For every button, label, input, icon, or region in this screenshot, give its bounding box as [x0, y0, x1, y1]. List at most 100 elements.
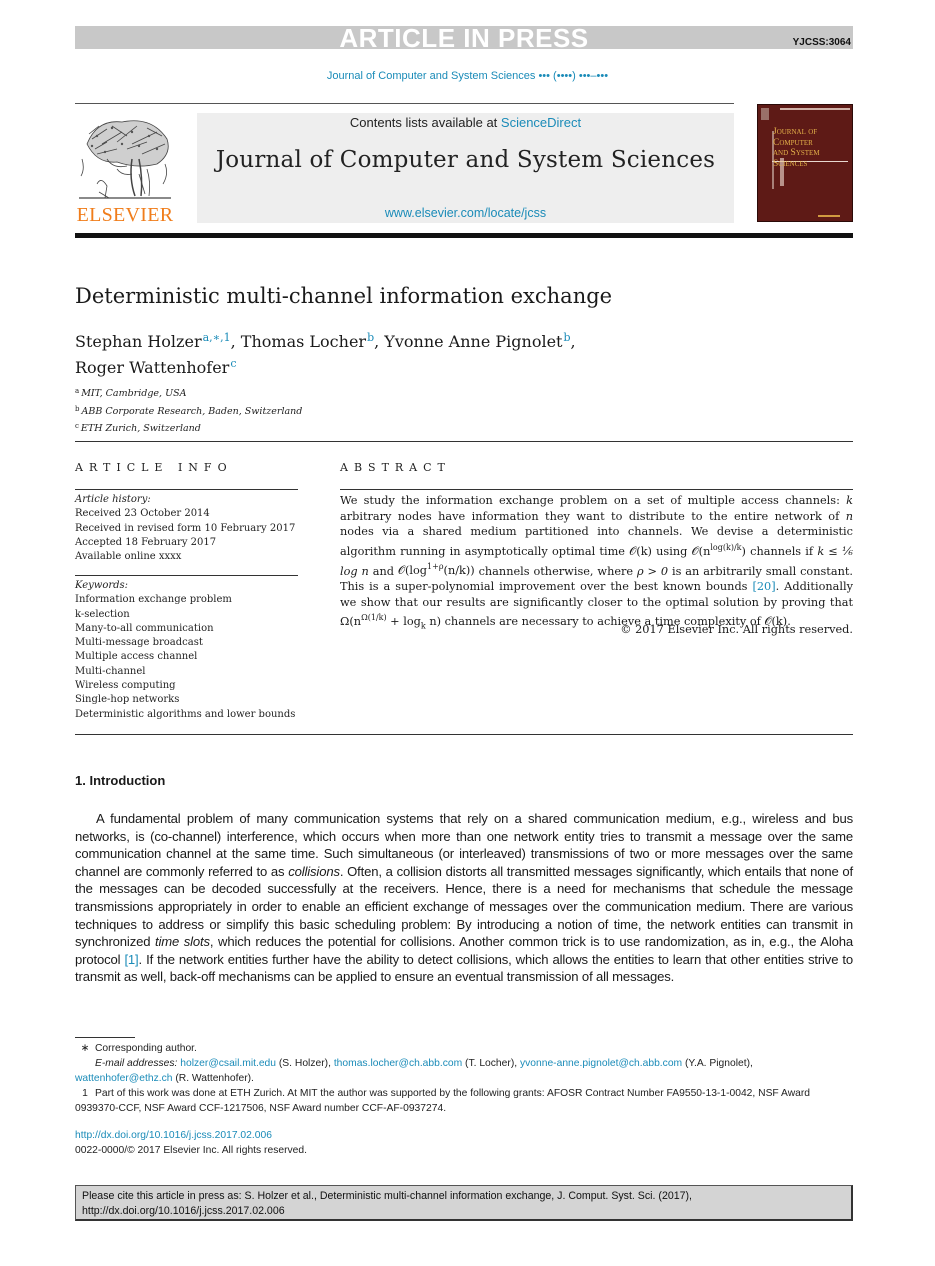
article-title: Deterministic multi-channel information …: [75, 284, 613, 308]
math-sup: log(k)/k: [710, 543, 742, 553]
author-affiliation-marks[interactable]: b: [563, 331, 570, 344]
affiliation: a MIT, Cambridge, USA: [75, 384, 302, 402]
divider: [75, 441, 853, 442]
math-part: 𝒪(log: [397, 564, 428, 578]
email-link[interactable]: wattenhofer@ethz.ch: [75, 1073, 172, 1084]
keyword: Information exchange problem: [75, 594, 232, 606]
issn-copyright: 0022-0000/© 2017 Elsevier Inc. All right…: [75, 1144, 307, 1156]
author-name: Roger Wattenhofer: [75, 358, 230, 377]
keyword: Multi-message broadcast: [75, 637, 203, 649]
abstract-copyright: © 2017 Elsevier Inc. All rights reserved…: [620, 623, 853, 636]
cite-line: Please cite this article in press as: S.…: [82, 1190, 692, 1202]
cover-publisher-mark: [818, 215, 840, 217]
divider: [75, 575, 298, 576]
footnotes: ∗ Corresponding author. E-mail addresses:…: [75, 1041, 853, 1116]
footnote-text: Part of this work was done at ETH Zurich…: [75, 1088, 811, 1114]
affiliation-text: MIT, Cambridge, USA: [81, 388, 187, 399]
email-link[interactable]: thomas.locher@ch.abb.com: [334, 1058, 462, 1069]
cover-logo-mark: [761, 108, 769, 120]
history-item: Received 23 October 2014: [75, 508, 210, 520]
email-owner: (T. Locher),: [462, 1058, 520, 1069]
citation-link[interactable]: [1]: [124, 952, 138, 967]
article-id: YJCSS:3064: [792, 37, 851, 48]
author-separator: ,: [570, 332, 576, 351]
affiliation: b ABB Corporate Research, Baden, Switzerl…: [75, 402, 302, 420]
abstract-span: channels otherwise, where: [474, 564, 638, 578]
author-separator: ,: [374, 332, 385, 351]
abstract-span: channels if: [745, 544, 818, 558]
keyword: Wireless computing: [75, 680, 176, 692]
masthead-box: Contents lists available at ScienceDirec…: [197, 113, 734, 223]
email-owner: (Y.A. Pignolet),: [682, 1058, 753, 1069]
abstract-span: using: [651, 544, 692, 558]
cover-title-line: Sciences: [773, 158, 808, 169]
footnote-emails: E-mail addresses: holzer@csail.mit.edu (…: [75, 1056, 853, 1071]
email-link[interactable]: holzer@csail.mit.edu: [180, 1058, 276, 1069]
doi-block: http://dx.doi.org/10.1016/j.jcss.2017.02…: [75, 1129, 307, 1158]
abstract-text: We study the information exchange proble…: [340, 493, 853, 634]
footnote-mark: 1: [82, 1088, 88, 1099]
footnote-mark: ∗: [80, 1043, 90, 1054]
author-affiliation-marks[interactable]: a,∗,1: [203, 331, 231, 344]
press-status: ARTICLE IN PRESS: [339, 23, 589, 53]
keyword: Many-to-all communication: [75, 622, 214, 634]
doi-link[interactable]: http://dx.doi.org/10.1016/j.jcss.2017.02…: [75, 1130, 272, 1141]
sciencedirect-link[interactable]: ScienceDirect: [501, 115, 581, 130]
article-info-heading: ARTICLE INFO: [75, 461, 233, 474]
footnote-rule: [75, 1037, 135, 1038]
cite-doi-link[interactable]: http://dx.doi.org/10.1016/j.jcss.2017.02…: [82, 1204, 845, 1219]
keyword: Deterministic algorithms and lower bound…: [75, 708, 296, 720]
keyword: Multi-channel: [75, 665, 146, 677]
history-item: Available online xxxx: [75, 551, 182, 563]
journal-reference-link[interactable]: Journal of Computer and System Sciences …: [0, 70, 935, 82]
masthead-top-rule: [75, 103, 734, 104]
footnote-corresponding: ∗ Corresponding author.: [75, 1041, 853, 1056]
affiliation-list: a MIT, Cambridge, USA b ABB Corporate Rese…: [75, 384, 302, 437]
math-part: (n/k)): [443, 564, 475, 578]
divider: [75, 734, 853, 735]
section-heading-introduction: 1. Introduction: [75, 773, 166, 788]
divider: [75, 489, 298, 490]
keywords-label: Keywords:: [75, 580, 129, 591]
history-item: Accepted 18 February 2017: [75, 536, 217, 548]
author-separator: ,: [230, 332, 241, 351]
journal-url-link[interactable]: www.elsevier.com/locate/jcss: [197, 206, 734, 220]
affiliation-mark: c: [75, 422, 79, 430]
keyword: k-selection: [75, 608, 130, 620]
abstract-span: and: [368, 564, 398, 578]
math-expression: 𝒪(nlog(k)/k): [692, 543, 746, 558]
elsevier-logo[interactable]: ELSEVIER: [75, 112, 175, 227]
email-link[interactable]: yvonne-anne.pignolet@ch.abb.com: [520, 1058, 682, 1069]
affiliation-mark: a: [75, 387, 80, 395]
cover-title: Journal of Computer and System Sciences: [773, 127, 820, 169]
email-label: E-mail addresses:: [95, 1058, 178, 1069]
math-n: n: [845, 509, 853, 523]
author-name: Thomas Locher: [240, 332, 367, 351]
math-expression: 𝒪(k): [629, 544, 652, 558]
cover-decoration: [780, 108, 850, 110]
email-owner: (S. Holzer),: [276, 1058, 334, 1069]
paragraph-span: . If the network entities further have t…: [75, 951, 853, 985]
affiliation-text: ETH Zurich, Switzerland: [80, 423, 201, 434]
keywords-list: Keywords: Information exchange problem k…: [75, 579, 305, 722]
history-item: Received in revised form 10 February 201…: [75, 522, 296, 534]
masthead-bottom-rule: [75, 233, 853, 238]
cite-this-article-box: Please cite this article in press as: S.…: [75, 1185, 853, 1221]
math-expression: ρ > 0: [637, 564, 669, 578]
footnote-emails-cont: wattenhofer@ethz.ch (R. Wattenhofer).: [75, 1071, 853, 1086]
cover-title-line: Computer: [773, 137, 813, 148]
citation-link[interactable]: [20]: [752, 580, 775, 593]
abstract-span: arbitrary nodes have information they wa…: [340, 509, 846, 523]
cover-title-line: and System: [773, 148, 820, 158]
math-sup: 1+ρ: [427, 562, 444, 572]
journal-title: Journal of Computer and System Sciences: [215, 147, 716, 173]
divider: [340, 489, 853, 490]
article-history: Article history: Received 23 October 201…: [75, 493, 305, 564]
abstract-heading: ABSTRACT: [340, 461, 451, 474]
cover-title-line: Journal of: [773, 127, 818, 137]
journal-cover-image[interactable]: Journal of Computer and System Sciences: [757, 104, 853, 222]
contents-available-line: Contents lists available at ScienceDirec…: [197, 115, 734, 130]
article-in-press-banner: ARTICLE IN PRESS YJCSS:3064: [75, 23, 853, 53]
elsevier-tree-icon: [79, 120, 171, 199]
author-affiliation-marks[interactable]: c: [230, 357, 236, 370]
